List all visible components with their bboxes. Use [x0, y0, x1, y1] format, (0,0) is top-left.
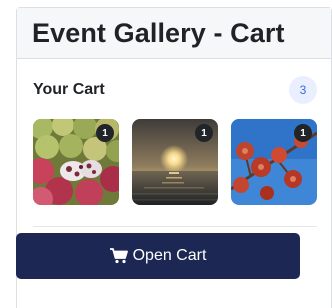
cart-count-badge: 3	[289, 76, 317, 104]
cart-label: Your Cart	[33, 81, 105, 98]
page-title: Event Gallery - Cart	[32, 17, 285, 48]
cart-item-blossom[interactable]: 1	[231, 119, 317, 205]
open-cart-button[interactable]: Open Cart	[16, 233, 300, 279]
item-quantity-badge: 1	[294, 124, 312, 142]
card-header: Event Gallery - Cart	[17, 8, 331, 59]
item-quantity-badge: 1	[195, 124, 213, 142]
open-cart-label: Open Cart	[132, 247, 207, 264]
item-quantity-badge: 1	[96, 124, 114, 142]
shopping-cart-icon	[109, 248, 128, 264]
cart-items: 1 1 1	[33, 119, 317, 205]
cart-item-sunset[interactable]: 1	[132, 119, 218, 205]
divider	[33, 226, 317, 227]
cart-summary-row: Your Cart 3	[33, 76, 317, 104]
cart-item-fruits[interactable]: 1	[33, 119, 119, 205]
